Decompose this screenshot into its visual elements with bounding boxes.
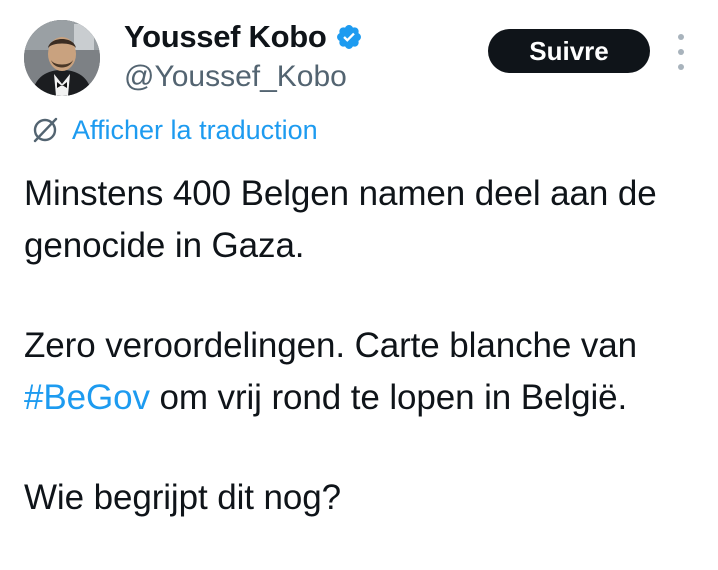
hashtag-link[interactable]: #BeGov xyxy=(24,378,150,417)
more-vertical-icon[interactable] xyxy=(670,34,692,70)
name-row: Youssef Kobo xyxy=(124,18,363,56)
avatar[interactable] xyxy=(24,20,100,96)
avatar-photo xyxy=(24,20,100,96)
more-dot xyxy=(678,49,684,55)
tweet-paragraph-3: Wie begrijpt dit nog? xyxy=(24,478,341,517)
tweet-paragraph-2: Zero veroordelingen. Carte blanche van #… xyxy=(24,320,704,424)
translate-globe-icon xyxy=(30,115,60,145)
more-dot xyxy=(678,64,684,70)
show-translation-link[interactable]: Afficher la traduction xyxy=(30,112,318,148)
verified-badge-icon xyxy=(335,23,363,51)
tweet-paragraph-1: Minstens 400 Belgen namen deel aan de ge… xyxy=(24,174,657,265)
handle[interactable]: @Youssef_Kobo xyxy=(124,60,363,94)
tweet-text: Minstens 400 Belgen namen deel aan de ge… xyxy=(24,168,704,524)
follow-button[interactable]: Suivre xyxy=(488,29,650,73)
tweet-text-segment: om vrij rond te lopen in België. xyxy=(149,378,628,417)
show-translation-label: Afficher la traduction xyxy=(72,114,318,145)
tweet-card: Youssef Kobo @Youssef_Kobo Suivre Affich… xyxy=(0,0,718,570)
display-name[interactable]: Youssef Kobo xyxy=(124,19,327,55)
more-dot xyxy=(678,34,684,40)
author-block: Youssef Kobo @Youssef_Kobo xyxy=(124,18,363,94)
tweet-text-segment: Zero veroordelingen. Carte blanche van xyxy=(24,326,637,365)
